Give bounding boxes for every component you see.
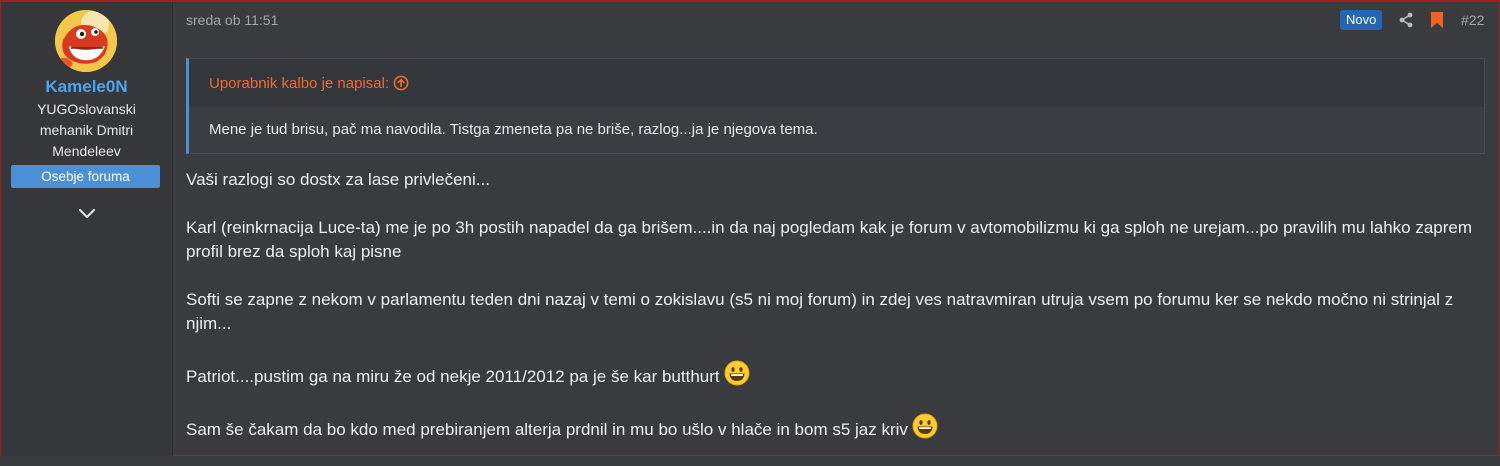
post-paragraph: Patriot....pustim ga na miru že od nekje… [186, 360, 1486, 389]
post-paragraph: Vaši razlogi so dostx za lase privlečeni… [186, 168, 1486, 192]
grinning-face-icon [912, 413, 938, 439]
avatar-image [55, 10, 117, 72]
quote-text: Mene je tud brisu, pač ma navodila. Tist… [209, 121, 818, 138]
new-badge: Novo [1340, 10, 1383, 30]
quote-attribution-text: Uporabnik kalbo je napisal: [209, 75, 390, 92]
avatar[interactable] [55, 10, 117, 72]
user-title: YUGOslovanski mehanik Dmitri Mendeleev [37, 101, 136, 159]
quote-block: Uporabnik kalbo je napisal: Mene je tud … [186, 58, 1485, 154]
staff-banner: Osebje foruma [11, 165, 160, 188]
post-paragraph: Karl (reinkrnacija Luce-ta) me je po 3h … [186, 216, 1486, 264]
paragraph-text: Softi se zapne z nekom v parlamentu tede… [186, 290, 1454, 333]
post-paragraph: Softi se zapne z nekom v parlamentu tede… [186, 288, 1486, 336]
post-body: Vaši razlogi so dostx za lase privlečeni… [186, 168, 1486, 466]
bookmark-icon[interactable] [1430, 11, 1444, 29]
share-icon[interactable] [1397, 11, 1415, 29]
post-date[interactable]: sreda ob 11:51 [186, 12, 278, 28]
post-paragraph: Sam še čakam da bo kdo med prebiranjem a… [186, 413, 1486, 442]
quote-header: Uporabnik kalbo je napisal: [189, 59, 1484, 107]
grinning-face-icon [724, 360, 750, 386]
arrow-up-circle-icon [393, 75, 409, 91]
user-sidebar: Kamele0N YUGOslovanski mehanik Dmitri Me… [1, 2, 173, 456]
quote-attribution-link[interactable]: Uporabnik kalbo je napisal: [209, 75, 409, 92]
post-number[interactable]: #22 [1461, 12, 1484, 28]
chevron-down-icon[interactable] [76, 204, 98, 224]
paragraph-text: Karl (reinkrnacija Luce-ta) me je po 3h … [186, 218, 1473, 261]
paragraph-text: Vaši razlogi so dostx za lase privlečeni… [186, 170, 490, 189]
paragraph-text: Patriot....pustim ga na miru že od nekje… [186, 367, 720, 386]
username[interactable]: Kamele0N [1, 77, 172, 97]
paragraph-text: Sam še čakam da bo kdo med prebiranjem a… [186, 420, 908, 439]
